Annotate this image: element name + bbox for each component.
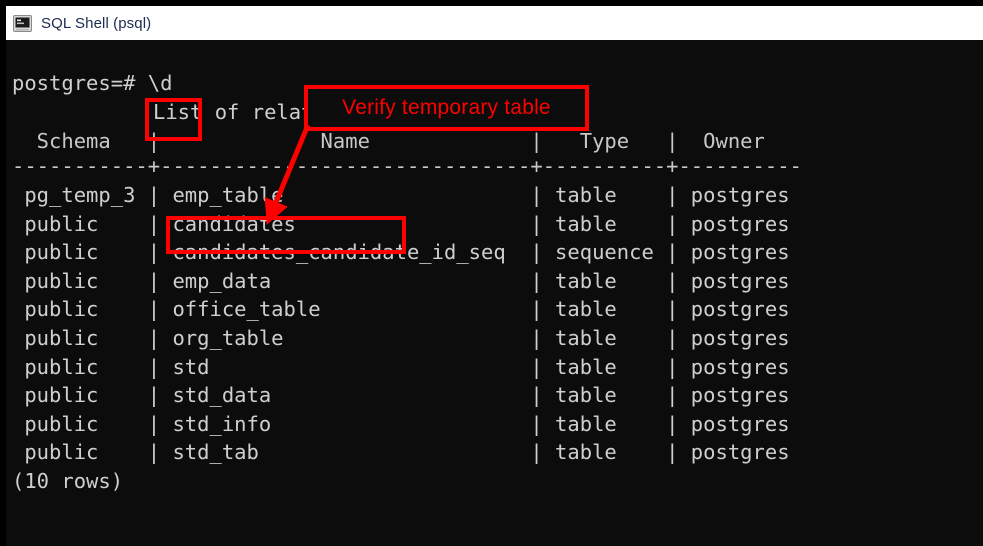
- table-row: public | std_data | table | postgres: [12, 381, 790, 410]
- table-row: public | emp_data | table | postgres: [12, 267, 790, 296]
- table-row: public | org_table | table | postgres: [12, 324, 790, 353]
- prompt-line: postgres=# \d: [12, 69, 172, 98]
- callout-label: Verify temporary table: [342, 96, 551, 120]
- row-count-label: (10 rows): [12, 467, 123, 496]
- table-row: public | candidates | table | postgres: [12, 210, 790, 239]
- result-title: List of relations: [153, 98, 363, 127]
- psql-window: SQL Shell (psql) postgres=# \d List of r…: [0, 0, 983, 546]
- table-row: public | std_info | table | postgres: [12, 410, 790, 439]
- window-titlebar: SQL Shell (psql): [6, 6, 983, 40]
- table-row: public | std | table | postgres: [12, 353, 790, 382]
- window-title: SQL Shell (psql): [41, 15, 151, 32]
- table-row: public | candidates_candidate_id_seq | s…: [12, 238, 790, 267]
- prompt-text: postgres=#: [12, 71, 135, 95]
- command-text: \d: [148, 71, 173, 95]
- table-row: pg_temp_3 | emp_table | table | postgres: [12, 181, 790, 210]
- console-icon: [13, 15, 32, 32]
- table-separator: -----------+----------------------------…: [12, 152, 802, 181]
- terminal-output-area[interactable]: postgres=# \d List of relations Schema |…: [6, 40, 983, 546]
- table-row: public | office_table | table | postgres: [12, 295, 790, 324]
- table-row: public | std_tab | table | postgres: [12, 438, 790, 467]
